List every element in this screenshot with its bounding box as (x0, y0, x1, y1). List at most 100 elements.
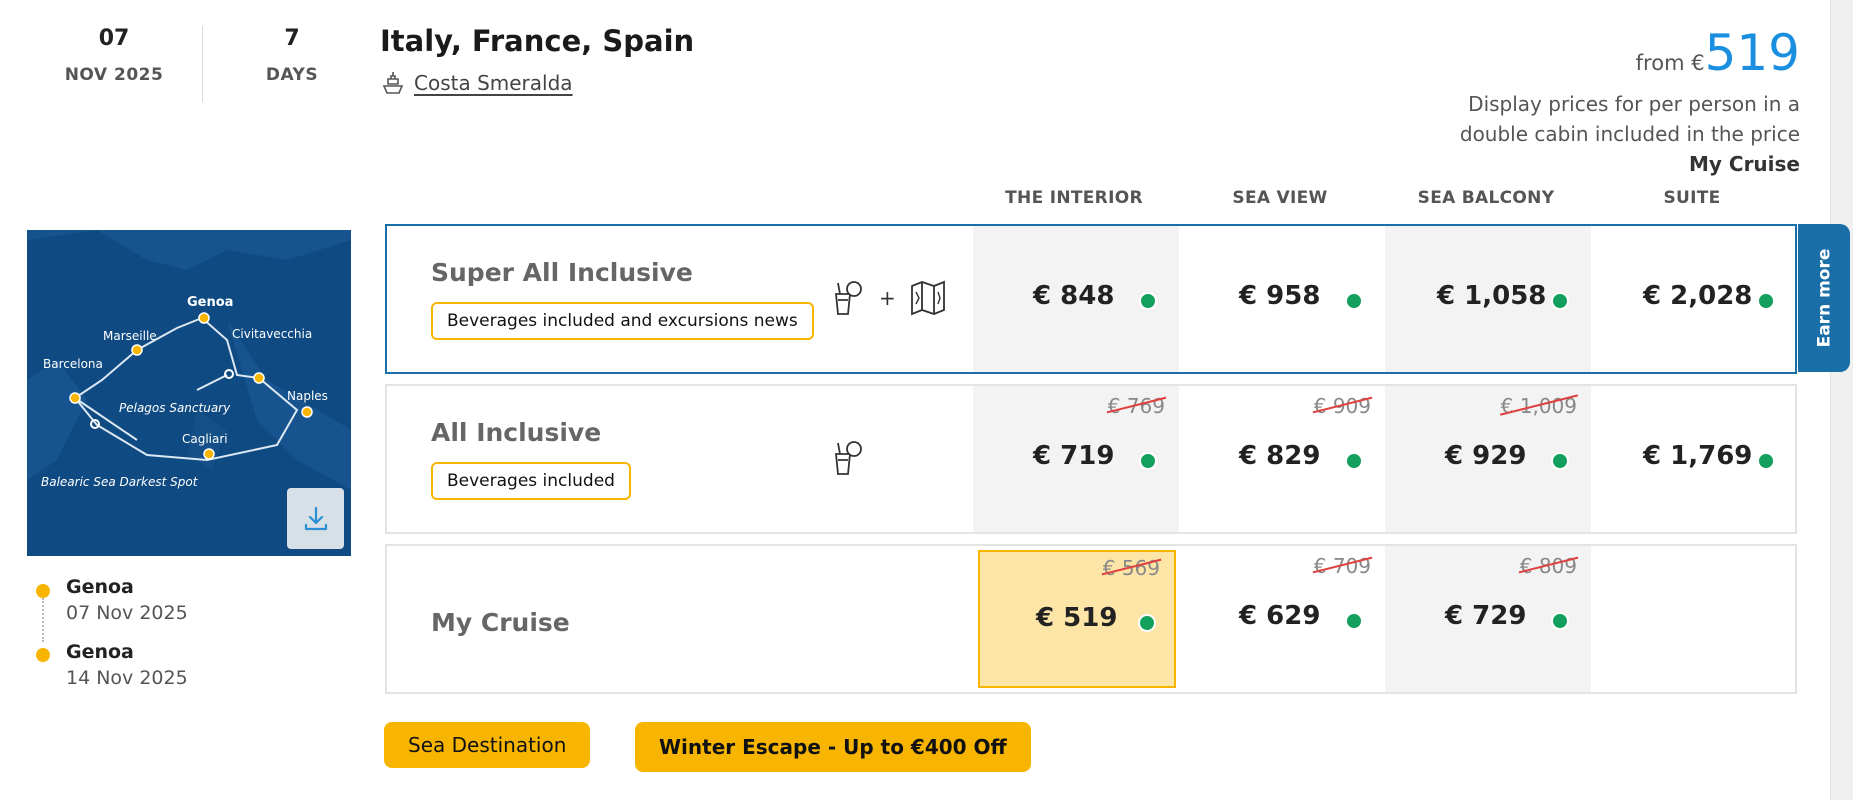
itinerary-dot (36, 648, 50, 662)
package-icons: + (827, 278, 948, 318)
price-cell[interactable]: € 1,769 (1591, 386, 1797, 532)
availability-dot (1138, 614, 1156, 632)
price-cell[interactable]: € 769 € 719 (973, 386, 1179, 532)
availability-dot (1345, 612, 1363, 630)
departure-month-year: NOV 2025 (64, 65, 164, 85)
price-value: € 719 (1033, 441, 1115, 471)
drinks-icon (835, 441, 862, 475)
map-label-naples: Naples (287, 389, 328, 403)
departure-date: 07 NOV 2025 (52, 26, 176, 85)
map-label-genoa: Genoa (187, 295, 233, 310)
availability-dot (1757, 292, 1775, 310)
departure-day: 07 (98, 26, 130, 51)
package-name: All Inclusive (431, 418, 602, 447)
price-cell[interactable]: € 709 € 629 (1179, 546, 1385, 692)
itinerary-port: Genoa (66, 576, 134, 598)
itinerary-dot (36, 584, 50, 598)
map-label-pelagos: Pelagos Sanctuary (119, 401, 231, 415)
price-value: € 1,058 (1437, 281, 1547, 311)
from-amount: 519 (1704, 24, 1800, 82)
duration-unit: DAYS (265, 65, 319, 85)
old-price: € 709 (1312, 554, 1373, 578)
promo-sea-destination[interactable]: Sea Destination (384, 722, 591, 768)
itinerary-date: 07 Nov 2025 (66, 602, 188, 624)
price-note: Display prices for per person in a doubl… (1400, 89, 1800, 179)
availability-dot (1757, 452, 1775, 470)
itinerary-connector (42, 598, 44, 642)
cruise-title: Italy, France, Spain (380, 24, 695, 58)
price-cell[interactable]: € 2,028 (1591, 226, 1797, 372)
cruise-duration: 7 DAYS (240, 26, 344, 85)
availability-dot (1345, 292, 1363, 310)
map-label-marseille: Marseille (103, 329, 157, 343)
price-cell-selected[interactable]: € 569 € 519 (978, 550, 1176, 688)
price-cell[interactable]: € 1,009 € 929 (1385, 386, 1591, 532)
package-row-my-cruise[interactable]: My Cruise € 569 € 519 € 709 € 629 € 809 … (385, 544, 1797, 694)
old-price: € 809 (1518, 554, 1579, 578)
price-cell[interactable]: € 848 (973, 226, 1179, 372)
excursion-map-icon (910, 280, 945, 316)
price-cell[interactable]: € 958 (1179, 226, 1385, 372)
cabin-header-sea-balcony: SEA BALCONY (1417, 188, 1555, 208)
price-note-text: Display prices for per person in a doubl… (1459, 92, 1800, 146)
package-badge: Beverages included (431, 462, 631, 500)
old-price: € 1,009 (1499, 394, 1579, 418)
old-price: € 769 (1106, 394, 1167, 418)
package-row-super-all-inclusive[interactable]: Super All Inclusive Beverages included a… (385, 224, 1797, 374)
map-download-button[interactable] (287, 488, 344, 549)
map-label-balearic: Balearic Sea Darkest Spot (41, 475, 199, 489)
cabin-header-interior: THE INTERIOR (1005, 188, 1143, 208)
price-value: € 958 (1239, 281, 1321, 311)
package-row-all-inclusive[interactable]: All Inclusive Beverages included € 769 €… (385, 384, 1797, 534)
availability-dot (1139, 292, 1157, 310)
availability-dot (1551, 292, 1569, 310)
map-label-barcelona: Barcelona (43, 357, 103, 371)
earn-more-tab[interactable]: Earn more (1798, 224, 1850, 372)
duration-count: 7 (284, 26, 300, 51)
price-cell[interactable]: € 909 € 829 (1179, 386, 1385, 532)
price-note-package: My Cruise (1688, 152, 1800, 176)
download-icon (304, 506, 327, 530)
old-price: € 569 (1101, 556, 1162, 580)
price-value: € 2,028 (1643, 281, 1753, 311)
map-port-marker (301, 406, 313, 418)
package-icons-plus: + (879, 286, 896, 310)
ship-name[interactable]: Costa Smeralda (414, 71, 573, 95)
cabin-header-suite: SUITE (1663, 188, 1721, 208)
date-divider (202, 26, 203, 102)
package-name: My Cruise (431, 608, 570, 637)
map-port-marker (69, 392, 81, 404)
availability-dot (1551, 612, 1569, 630)
map-port-marker (253, 372, 265, 384)
price-value: € 1,769 (1643, 441, 1753, 471)
price-value: € 629 (1239, 601, 1321, 631)
map-port-marker (203, 448, 215, 460)
itinerary-stop: Genoa 07 Nov 2025 (66, 576, 266, 624)
itinerary-stop: Genoa 14 Nov 2025 (66, 641, 266, 689)
price-value: € 929 (1445, 441, 1527, 471)
map-label-cagliari: Cagliari (182, 432, 228, 446)
availability-dot (1139, 452, 1157, 470)
availability-dot (1551, 452, 1569, 470)
package-badge: Beverages included and excursions news (431, 302, 814, 340)
package-icons (827, 438, 867, 478)
price-cell[interactable]: € 1,058 (1385, 226, 1591, 372)
price-cell[interactable]: € 809 € 729 (1385, 546, 1591, 692)
promo-winter-escape[interactable]: Winter Escape - Up to €400 Off (635, 722, 1031, 772)
ship-link[interactable]: Costa Smeralda (380, 70, 573, 96)
itinerary-port: Genoa (66, 641, 134, 663)
from-label: from € (1635, 51, 1705, 75)
ship-icon (382, 72, 404, 94)
price-value: € 829 (1239, 441, 1321, 471)
availability-dot (1345, 452, 1363, 470)
earn-more-label: Earn more (1814, 248, 1835, 348)
cabin-header-sea-view: SEA VIEW (1232, 188, 1328, 208)
drinks-icon (835, 281, 862, 315)
map-port-marker (198, 312, 210, 324)
map-port-marker (131, 344, 143, 356)
package-name: Super All Inclusive (431, 258, 693, 287)
itinerary-date: 14 Nov 2025 (66, 667, 188, 689)
price-value: € 848 (1033, 281, 1115, 311)
old-price: € 909 (1312, 394, 1373, 418)
price-value: € 729 (1445, 601, 1527, 631)
